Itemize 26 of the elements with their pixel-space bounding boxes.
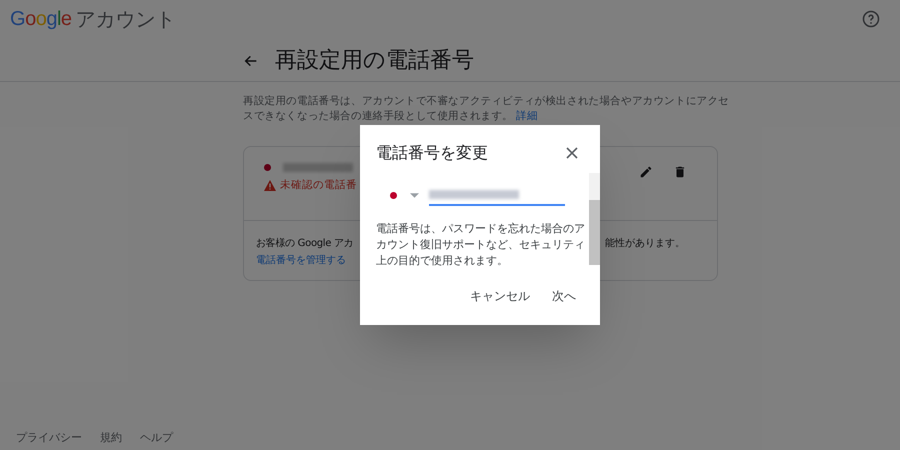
product-name: アカウント [76,6,176,33]
footer-link[interactable]: プライバシー [16,430,82,446]
google-logo: Google [10,7,72,32]
blurred-phone-number [283,163,353,172]
close-icon[interactable] [566,147,578,159]
pencil-icon[interactable] [639,165,653,179]
note-text: 能性があります。 [605,236,685,251]
footer-link[interactable]: 規約 [100,430,122,446]
dropdown-caret-icon[interactable] [410,192,419,198]
scrollbar[interactable] [589,173,600,265]
description-text: 再設定用の電話番号は、アカウントで不審なアクティビティが検出された場合やアカウントにアクセスできなくなった場合の連絡手段として使用されます。 詳細 [243,94,730,124]
manage-phone-link[interactable]: 電話番号を管理する [256,255,346,266]
dialog-description: 電話番号は、パスワードを忘れた場合のアカウント復旧サポートなど、セキュリティ上の目的で使用されます。 [375,221,586,269]
flag-icon [390,192,397,198]
note-text: お客様の Google アカ [256,236,354,251]
trash-icon[interactable] [673,165,687,179]
warning-icon [264,180,276,192]
unverified-warning: 未確認の電話番 [280,178,357,193]
page-title: 再設定用の電話番号 [275,47,474,75]
footer-link[interactable]: ヘルプ [140,430,173,446]
flag-icon [264,164,271,171]
dialog-title: 電話番号を変更 [376,142,488,164]
cancel-button[interactable]: キャンセル [464,281,536,311]
learn-more-link[interactable]: 詳細 [516,110,538,122]
help-icon[interactable] [862,10,880,28]
next-button[interactable]: 次へ [546,281,582,311]
